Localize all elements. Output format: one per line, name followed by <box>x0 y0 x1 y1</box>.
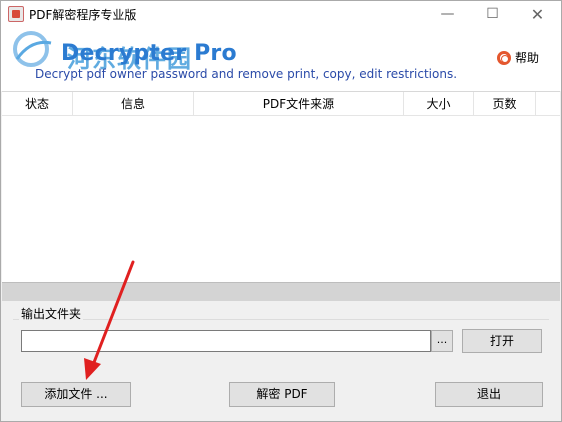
column-header-status[interactable]: 状态 <box>2 92 73 116</box>
lifebuoy-icon <box>497 50 511 65</box>
browse-button[interactable]: ... <box>431 330 453 352</box>
exit-button[interactable]: 退出 <box>435 382 543 407</box>
column-header-info[interactable]: 信息 <box>73 92 194 116</box>
output-folder-input[interactable] <box>21 330 431 352</box>
help-label: 帮助 <box>515 51 540 65</box>
title-bar[interactable]: PDF解密程序专业版 — ☐ ✕ <box>1 1 561 27</box>
column-header-source[interactable]: PDF文件来源 <box>194 92 404 116</box>
add-file-button[interactable]: 添加文件 ... <box>21 382 131 407</box>
help-button[interactable]: 帮助 <box>497 49 539 66</box>
column-header-pages[interactable]: 页数 <box>474 92 536 116</box>
column-header-size[interactable]: 大小 <box>404 92 474 116</box>
open-button[interactable]: 打开 <box>462 329 542 353</box>
maximize-button[interactable]: ☐ <box>470 1 515 27</box>
app-window: PDF解密程序专业版 — ☐ ✕ 河东软件园 Decrypter Pro Dec… <box>0 0 562 422</box>
column-header-filler <box>536 92 560 116</box>
brand-title: Decrypter Pro <box>61 41 237 66</box>
pdf-app-icon <box>8 6 24 22</box>
header-banner: 河东软件园 Decrypter Pro Decrypt pdf owner pa… <box>1 27 561 91</box>
tagline: Decrypt pdf owner password and remove pr… <box>35 67 458 81</box>
close-button[interactable]: ✕ <box>515 1 560 27</box>
minimize-button[interactable]: — <box>425 1 470 27</box>
watermark-logo-icon <box>13 31 52 67</box>
file-list-header: 状态 信息 PDF文件来源 大小 页数 <box>2 92 560 116</box>
window-title: PDF解密程序专业版 <box>29 8 137 22</box>
group-divider <box>13 319 549 320</box>
decrypt-pdf-button[interactable]: 解密 PDF <box>229 382 335 407</box>
file-list[interactable]: 状态 信息 PDF文件来源 大小 页数 <box>2 91 560 283</box>
output-folder-label: 输出文件夹 <box>19 305 84 322</box>
splitter <box>2 283 560 301</box>
